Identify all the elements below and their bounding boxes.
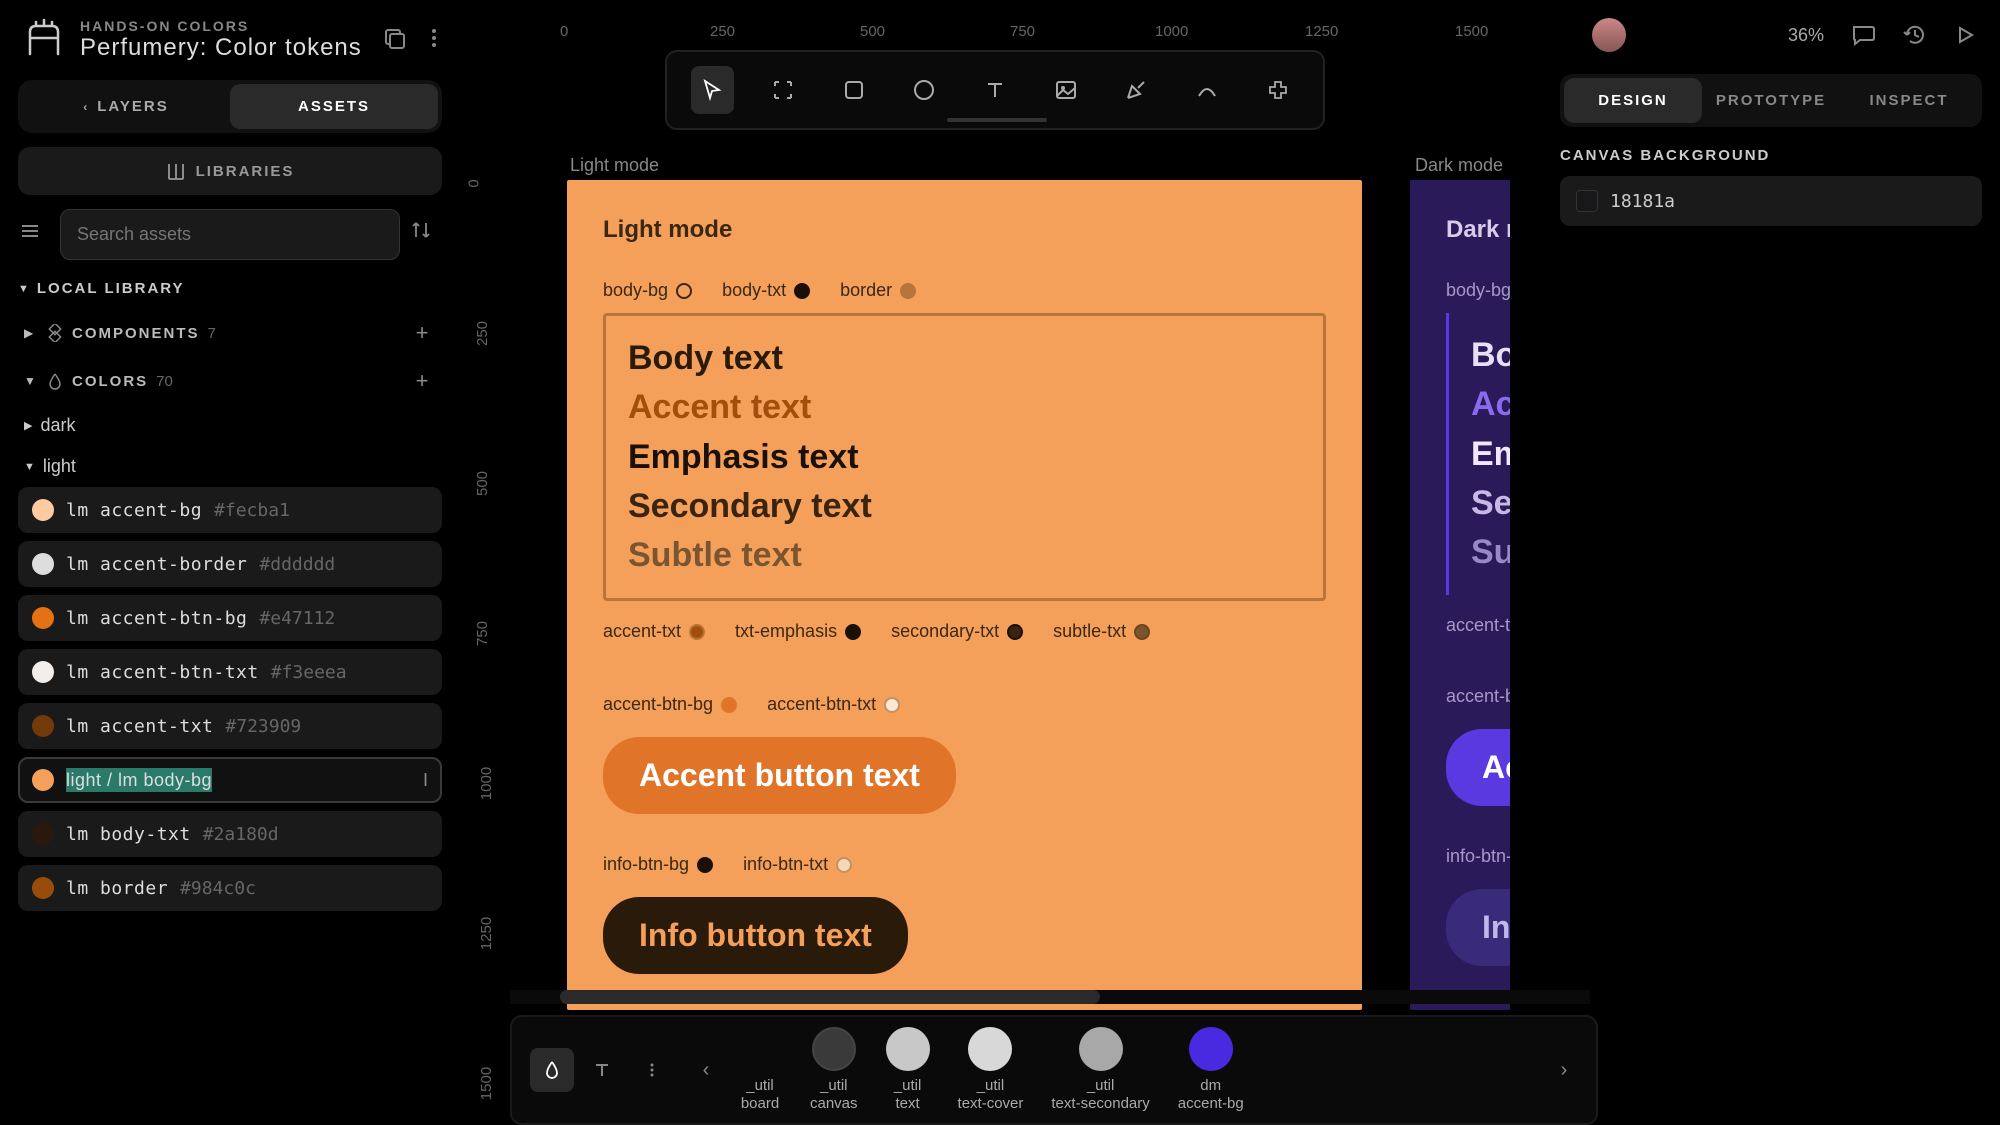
- palette-swatch[interactable]: _utiltext: [886, 1027, 930, 1113]
- droplet-icon: [46, 372, 64, 390]
- tab-assets[interactable]: ASSETS: [230, 84, 438, 129]
- ruler-vertical: 0 250 500 750 1000 1250 1500: [470, 40, 500, 1125]
- component-icon: [46, 324, 64, 342]
- palette-swatch[interactable]: _utilcanvas: [810, 1027, 858, 1113]
- canvas-bg-heading: CANVAS BACKGROUND: [1560, 147, 1982, 164]
- image-tool[interactable]: [1044, 66, 1087, 114]
- color-token-item[interactable]: lm accent-btn-txt#f3eeea: [18, 649, 442, 695]
- palette-prev-icon[interactable]: ‹: [692, 1059, 720, 1082]
- local-library-heading[interactable]: ▼LOCAL LIBRARY: [18, 280, 442, 297]
- components-collection[interactable]: ▶ COMPONENTS 7 +: [18, 309, 442, 357]
- right-panel-tabs: DESIGN PROTOTYPE INSPECT: [1560, 74, 1982, 127]
- select-tool[interactable]: [691, 66, 734, 114]
- eyebrow: HANDS-ON COLORS: [80, 18, 362, 34]
- frame-tool[interactable]: [762, 66, 805, 114]
- play-icon[interactable]: [1954, 24, 1976, 46]
- add-component-icon[interactable]: +: [408, 319, 436, 347]
- color-token-item[interactable]: lm accent-border#dddddd: [18, 541, 442, 587]
- swatch-palette-bar: ‹ _utilboard _utilcanvas _utiltext _utiltex…: [510, 1015, 1598, 1125]
- color-token-item[interactable]: lm border#984c0c: [18, 865, 442, 911]
- dark-mode-frame[interactable]: Dark mo body-bg Bo Ac Em Se Su accent-t …: [1410, 180, 1510, 1010]
- palette-text-icon[interactable]: [580, 1048, 624, 1092]
- palette-swatch[interactable]: dmaccent-bg: [1178, 1027, 1244, 1113]
- canvas-toolbar: [665, 50, 1325, 130]
- palette-swatch[interactable]: _utilboard: [738, 1027, 782, 1113]
- plugin-icon[interactable]: [1256, 66, 1299, 114]
- sort-icon[interactable]: [410, 219, 442, 251]
- color-token-item[interactable]: lm accent-btn-bg#e47112: [18, 595, 442, 641]
- tab-layers[interactable]: ‹LAYERS: [22, 84, 230, 129]
- ruler-horizontal: 0 250 500 750 1000 1250 1500: [500, 0, 1540, 40]
- zoom-level[interactable]: 36%: [1788, 25, 1824, 46]
- bg-swatch[interactable]: [1576, 190, 1598, 212]
- comment-icon[interactable]: [1850, 22, 1876, 48]
- text-tool[interactable]: [974, 66, 1017, 114]
- pen-tool[interactable]: [1115, 66, 1158, 114]
- book-icon: [166, 161, 186, 181]
- layers-stack-icon[interactable]: [382, 26, 410, 54]
- add-color-icon[interactable]: +: [408, 367, 436, 395]
- light-title: Light mode: [603, 216, 1326, 244]
- tab-prototype[interactable]: PROTOTYPE: [1702, 78, 1840, 123]
- left-panel-tabs: ‹LAYERS ASSETS: [18, 80, 442, 133]
- search-input[interactable]: [60, 209, 400, 260]
- color-token-item-editing[interactable]: light / lm body-bgI: [18, 757, 442, 803]
- doc-title[interactable]: Perfumery: Color tokens: [80, 34, 362, 62]
- tab-design[interactable]: DESIGN: [1564, 78, 1702, 123]
- info-button-sample: Info button text: [603, 897, 908, 974]
- app-logo[interactable]: [20, 16, 68, 64]
- frame-label-light[interactable]: Light mode: [570, 155, 659, 176]
- palette-swatch[interactable]: _utiltext-secondary: [1051, 1027, 1149, 1113]
- folder-light[interactable]: ▼light: [18, 446, 442, 487]
- palette-drop-icon[interactable]: [530, 1048, 574, 1092]
- frame-label-dark[interactable]: Dark mode: [1415, 155, 1503, 176]
- colors-collection[interactable]: ▼ COLORS 70 +: [18, 357, 442, 405]
- list-view-icon[interactable]: [18, 219, 50, 251]
- color-token-item[interactable]: lm body-txt#2a180d: [18, 811, 442, 857]
- libraries-button[interactable]: LIBRARIES: [18, 147, 442, 195]
- more-icon[interactable]: [422, 26, 450, 54]
- color-token-item[interactable]: lm accent-bg#fecba1: [18, 487, 442, 533]
- rectangle-tool[interactable]: [832, 66, 875, 114]
- user-avatar[interactable]: [1592, 18, 1626, 52]
- color-token-item[interactable]: lm accent-txt#723909: [18, 703, 442, 749]
- folder-dark[interactable]: ▶dark: [18, 405, 442, 446]
- accent-button-sample: Accent button text: [603, 737, 956, 814]
- text-sample-block: Body text Accent text Emphasis text Seco…: [603, 313, 1326, 601]
- palette-more-icon[interactable]: [630, 1048, 674, 1092]
- ellipse-tool[interactable]: [903, 66, 946, 114]
- palette-next-icon[interactable]: ›: [1550, 1059, 1578, 1082]
- canvas-bg-input[interactable]: 18181a: [1560, 176, 1982, 226]
- light-mode-frame[interactable]: Light mode body-bg body-txt border Body …: [567, 180, 1362, 1010]
- path-tool[interactable]: [1186, 66, 1229, 114]
- canvas-scrollbar[interactable]: [510, 990, 1590, 1004]
- palette-swatch[interactable]: _utiltext-cover: [958, 1027, 1024, 1113]
- history-icon[interactable]: [1902, 22, 1928, 48]
- tab-inspect[interactable]: INSPECT: [1840, 78, 1978, 123]
